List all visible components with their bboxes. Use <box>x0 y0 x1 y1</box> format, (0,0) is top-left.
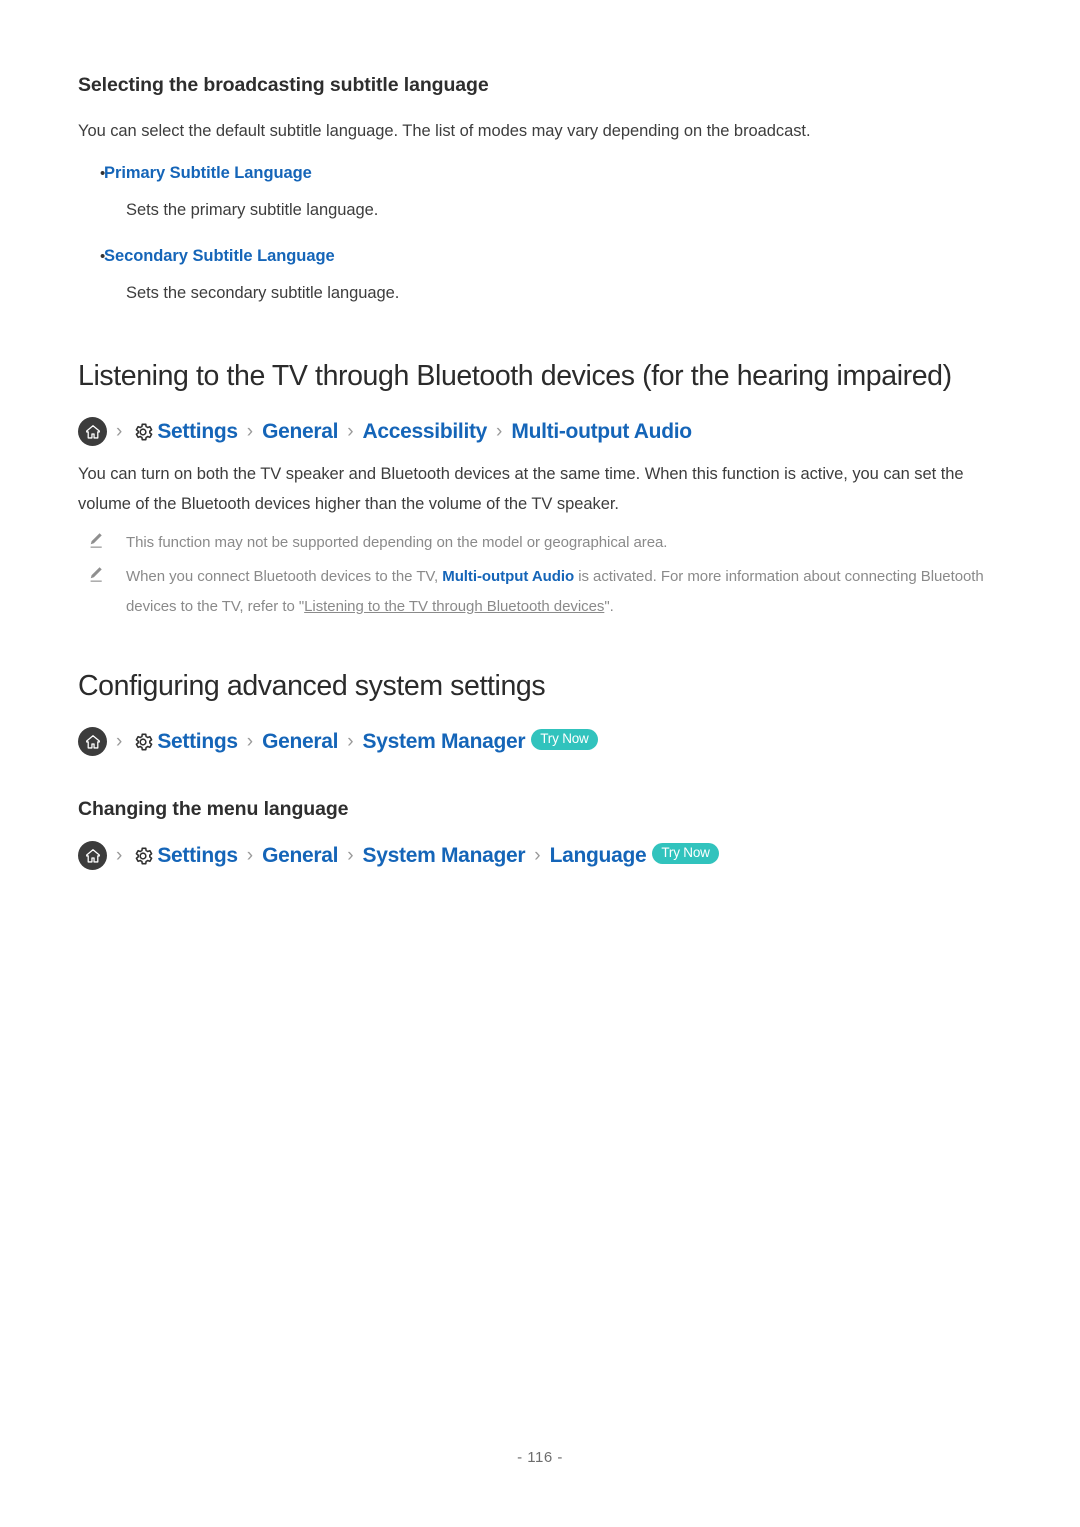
breadcrumb-item-settings[interactable]: Settings <box>157 844 238 868</box>
pencil-note-icon <box>78 562 126 583</box>
list-item-description: Sets the primary subtitle language. <box>78 197 988 223</box>
note-link-listening-bluetooth[interactable]: Listening to the TV through Bluetooth de… <box>304 598 604 615</box>
description-primary-subtitle-language: Sets the primary subtitle language. <box>126 201 379 219</box>
breadcrumb-separator-icon: › <box>534 845 541 866</box>
gear-icon[interactable] <box>131 844 154 867</box>
breadcrumb-item-accessibility[interactable]: Accessibility <box>363 420 488 444</box>
bluetooth-section-heading: Listening to the TV through Bluetooth de… <box>78 360 1018 393</box>
breadcrumb-language: › Settings › General › System Manager › … <box>78 841 719 870</box>
breadcrumb-item-system-manager[interactable]: System Manager <box>363 844 526 868</box>
section-title-menu-language: Changing the menu language <box>78 798 349 820</box>
breadcrumb-item-settings[interactable]: Settings <box>157 730 238 754</box>
home-icon[interactable] <box>78 727 107 756</box>
breadcrumb-separator-icon: › <box>116 421 123 442</box>
breadcrumb-separator-icon: › <box>347 731 354 752</box>
note-row: This function may not be supported depen… <box>78 528 988 558</box>
breadcrumb-item-language[interactable]: Language <box>550 844 647 868</box>
bullet-dot-icon <box>78 161 104 187</box>
note-text: When you connect Bluetooth devices to th… <box>126 562 990 622</box>
note-text-plain: ". <box>604 598 614 615</box>
note-text-plain: When you connect Bluetooth devices to th… <box>126 568 443 585</box>
link-primary-subtitle-language[interactable]: Primary Subtitle Language <box>104 160 312 186</box>
breadcrumb-bluetooth: › Settings › General › Accessibility › M… <box>78 417 692 446</box>
note-text: This function may not be supported depen… <box>126 528 667 558</box>
gear-icon[interactable] <box>131 730 154 753</box>
subtitle-section-intro: You can select the default subtitle lang… <box>78 116 988 146</box>
breadcrumb-separator-icon: › <box>246 731 254 752</box>
note-emphasis-multi-output-audio[interactable]: Multi-output Audio <box>442 568 574 585</box>
home-icon[interactable] <box>78 841 107 870</box>
try-now-badge[interactable]: Try Now <box>652 843 719 864</box>
note-text-plain: This function may not be supported depen… <box>126 534 668 551</box>
breadcrumb-separator-icon: › <box>347 845 354 866</box>
breadcrumb-system-manager: › Settings › General › System Manager Tr… <box>78 727 598 756</box>
breadcrumb-item-system-manager[interactable]: System Manager <box>363 730 526 754</box>
breadcrumb-separator-icon: › <box>347 421 354 442</box>
document-page: Selecting the broadcasting subtitle lang… <box>0 0 1080 1527</box>
breadcrumb-separator-icon: › <box>246 845 254 866</box>
system-section-heading: Configuring advanced system settings <box>78 670 1018 703</box>
section-title-bluetooth: Listening to the TV through Bluetooth de… <box>78 360 952 392</box>
link-secondary-subtitle-language[interactable]: Secondary Subtitle Language <box>104 243 335 269</box>
subtitle-section-heading: Selecting the broadcasting subtitle lang… <box>78 74 489 97</box>
language-section-heading: Changing the menu language <box>78 798 349 821</box>
section-title-system-settings: Configuring advanced system settings <box>78 670 546 702</box>
breadcrumb-separator-icon: › <box>246 421 254 442</box>
home-icon[interactable] <box>78 417 107 446</box>
list-item-description: Sets the secondary subtitle language. <box>78 280 988 306</box>
breadcrumb-item-settings[interactable]: Settings <box>157 420 238 444</box>
intro-paragraph: You can select the default subtitle lang… <box>78 122 811 140</box>
breadcrumb-separator-icon: › <box>116 731 123 752</box>
page-number: - 116 - <box>517 1449 563 1466</box>
pencil-note-icon <box>78 528 126 549</box>
breadcrumb-item-general[interactable]: General <box>262 730 338 754</box>
list-item: Primary Subtitle Language <box>78 160 988 187</box>
note-row: When you connect Bluetooth devices to th… <box>78 562 990 622</box>
gear-icon[interactable] <box>131 420 154 443</box>
description-secondary-subtitle-language: Sets the secondary subtitle language. <box>126 284 400 302</box>
list-item: Secondary Subtitle Language <box>78 243 988 270</box>
breadcrumb-separator-icon: › <box>496 421 503 442</box>
breadcrumb-item-general[interactable]: General <box>262 844 338 868</box>
body-paragraph: You can turn on both the TV speaker and … <box>78 465 964 513</box>
bullet-dot-icon <box>78 244 104 270</box>
bluetooth-body-text: You can turn on both the TV speaker and … <box>78 459 983 519</box>
breadcrumb-item-multi-output-audio[interactable]: Multi-output Audio <box>511 420 692 444</box>
section-title-subtitle-language: Selecting the broadcasting subtitle lang… <box>78 74 489 96</box>
try-now-badge[interactable]: Try Now <box>531 729 598 750</box>
breadcrumb-item-general[interactable]: General <box>262 420 338 444</box>
breadcrumb-separator-icon: › <box>116 845 123 866</box>
